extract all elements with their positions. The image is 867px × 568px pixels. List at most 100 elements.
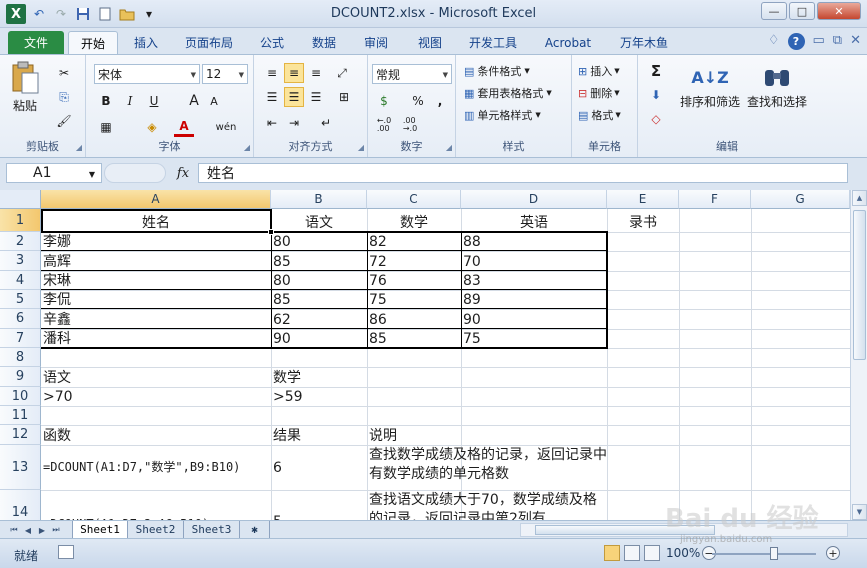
cell-d7[interactable]: 75	[461, 329, 607, 348]
cell-d4[interactable]: 83	[461, 271, 607, 290]
cell-b2[interactable]: 80	[271, 232, 367, 251]
cell-b13[interactable]: 6	[271, 445, 367, 490]
page-break-view-icon[interactable]	[644, 545, 660, 561]
align-top-icon[interactable]: ≡	[262, 63, 282, 83]
tab-page-layout[interactable]: 页面布局	[176, 31, 242, 54]
cell-b4[interactable]: 80	[271, 271, 367, 290]
orientation-icon[interactable]: ⤢	[332, 63, 352, 83]
cell-d1[interactable]: 英语	[461, 209, 607, 232]
cell-d6[interactable]: 90	[461, 309, 607, 329]
cell-b6[interactable]: 62	[271, 309, 367, 329]
tab-home[interactable]: 开始	[68, 31, 118, 54]
cell-a9[interactable]: 语文	[41, 367, 271, 387]
font-launcher-icon[interactable]: ◢	[244, 143, 250, 152]
cut-icon[interactable]: ✂	[54, 63, 74, 83]
row-header-5[interactable]: 5	[0, 290, 41, 309]
number-format-combo[interactable]: 常规 ▼	[372, 64, 452, 84]
sheet-tab-3[interactable]: Sheet3	[184, 521, 240, 538]
wrap-text-icon[interactable]: ↵	[316, 113, 336, 133]
cell-c5[interactable]: 75	[367, 290, 461, 309]
close-button[interactable]: ✕	[817, 2, 861, 20]
decrease-decimal-icon[interactable]: .00 →.0	[400, 115, 420, 135]
row-header-4[interactable]: 4	[0, 271, 41, 290]
scroll-down-icon[interactable]: ▼	[852, 504, 867, 520]
minimize-button[interactable]: —	[761, 2, 787, 20]
cell-c3[interactable]: 72	[367, 251, 461, 271]
name-box[interactable]: A1 ▼	[6, 163, 102, 183]
row-header-8[interactable]: 8	[0, 348, 41, 367]
horizontal-scrollbar[interactable]	[520, 523, 848, 537]
align-center-icon[interactable]: ☰	[284, 87, 304, 107]
scroll-up-icon[interactable]: ▲	[852, 190, 867, 206]
last-sheet-icon[interactable]: ⏭	[50, 524, 62, 536]
cell-a4[interactable]: 宋琳	[41, 271, 271, 290]
delete-cells-button[interactable]: ⊟ 删除 ▼	[578, 85, 620, 101]
row-header-3[interactable]: 3	[0, 251, 41, 271]
cell-b14[interactable]: 5	[271, 490, 367, 520]
normal-view-icon[interactable]	[604, 545, 620, 561]
tab-developer[interactable]: 开发工具	[462, 31, 524, 54]
row-header-10[interactable]: 10	[0, 387, 41, 406]
row-header-14[interactable]: 14	[0, 490, 41, 520]
column-header-g[interactable]: G	[751, 190, 850, 209]
sort-filter-button[interactable]: A↓Z 排序和筛选	[678, 61, 742, 110]
font-size-combo[interactable]: 12 ▼	[202, 64, 248, 84]
cell-b10[interactable]: >59	[271, 387, 367, 406]
cell-a7[interactable]: 潘科	[41, 329, 271, 348]
formula-bar-splitter[interactable]	[104, 163, 166, 183]
column-header-d[interactable]: D	[461, 190, 607, 209]
column-header-e[interactable]: E	[607, 190, 679, 209]
tab-formulas[interactable]: 公式	[252, 31, 292, 54]
cell-a3[interactable]: 高辉	[41, 251, 271, 271]
currency-icon[interactable]: $	[374, 91, 394, 111]
zoom-slider[interactable]	[712, 553, 816, 555]
cell-a12[interactable]: 函数	[41, 425, 271, 445]
cell-d3[interactable]: 70	[461, 251, 607, 271]
column-header-c[interactable]: C	[367, 190, 461, 209]
macro-record-icon[interactable]	[58, 545, 74, 559]
tab-acrobat[interactable]: Acrobat	[536, 31, 600, 54]
cell-c12[interactable]: 说明	[367, 425, 461, 445]
row-header-12[interactable]: 12	[0, 425, 41, 445]
cell-a14[interactable]: =DCOUNT(A1:D7,2,A9:B10)	[41, 490, 271, 520]
cell-c6[interactable]: 86	[367, 309, 461, 329]
cell-c1[interactable]: 数学	[367, 209, 461, 232]
vertical-scrollbar[interactable]: ▲ ▼	[850, 190, 867, 520]
cell-c13[interactable]: 查找数学成绩及格的记录，返回记录中有数学成绩的单元格数	[367, 446, 607, 490]
number-launcher-icon[interactable]: ◢	[446, 143, 452, 152]
tab-insert[interactable]: 插入	[124, 31, 168, 54]
cell-c7[interactable]: 85	[367, 329, 461, 348]
cell-a2[interactable]: 李娜	[41, 232, 271, 251]
percent-button[interactable]: %	[408, 91, 428, 111]
select-all-button[interactable]	[0, 190, 41, 209]
underline-button[interactable]: U	[144, 91, 164, 111]
increase-indent-icon[interactable]: ⇥	[284, 113, 304, 133]
row-header-1[interactable]: 1	[0, 209, 41, 232]
zoom-slider-knob[interactable]	[770, 547, 778, 560]
border-icon[interactable]: ▦	[96, 117, 116, 137]
cell-d5[interactable]: 89	[461, 290, 607, 309]
tab-data[interactable]: 数据	[302, 31, 346, 54]
doc-minimize-icon[interactable]: ▭	[813, 33, 825, 50]
cell-b9[interactable]: 数学	[271, 367, 367, 387]
fill-icon[interactable]: ⬇	[646, 85, 666, 105]
cell-a5[interactable]: 李侃	[41, 290, 271, 309]
maximize-button[interactable]: □	[789, 2, 815, 20]
format-painter-icon[interactable]: 🖌	[54, 111, 74, 131]
cell-a13[interactable]: =DCOUNT(A1:D7,"数学",B9:B10)	[41, 445, 271, 490]
row-header-9[interactable]: 9	[0, 367, 41, 387]
column-header-f[interactable]: F	[679, 190, 751, 209]
sheet-tab-1[interactable]: Sheet1	[72, 521, 128, 538]
comma-button[interactable]: ,	[430, 91, 450, 111]
help-icon[interactable]: ?	[787, 33, 805, 50]
bold-button[interactable]: B	[96, 91, 116, 111]
formula-input[interactable]: 姓名	[198, 163, 848, 183]
row-header-11[interactable]: 11	[0, 406, 41, 425]
tab-file[interactable]: 文件	[8, 31, 64, 54]
cell-c2[interactable]: 82	[367, 232, 461, 251]
row-header-2[interactable]: 2	[0, 232, 41, 251]
alignment-launcher-icon[interactable]: ◢	[358, 143, 364, 152]
align-bottom-icon[interactable]: ≡	[306, 63, 326, 83]
align-middle-icon[interactable]: ≡	[284, 63, 304, 83]
clear-icon[interactable]: ◇	[646, 109, 666, 129]
